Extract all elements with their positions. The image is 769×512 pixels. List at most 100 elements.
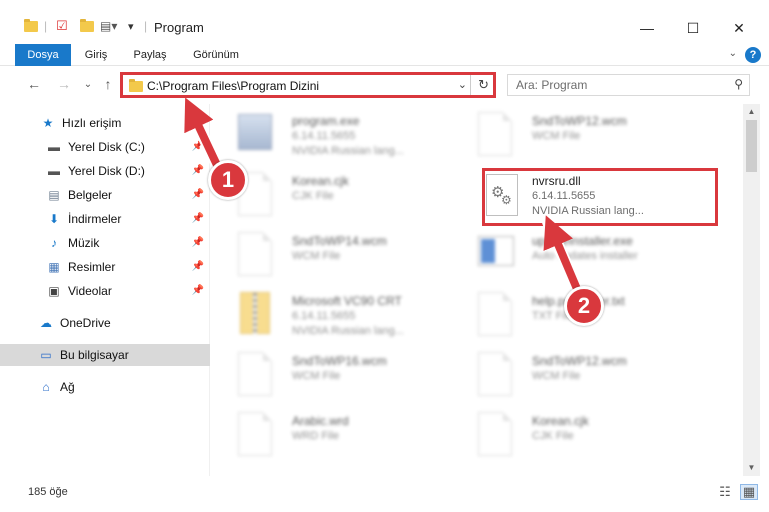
computer-icon: ▭ [40,348,52,362]
file-name: Arabic.wrd [292,414,349,428]
sidebar-item-label: İndirmeler [68,212,122,226]
sidebar-item-label: Hızlı erişim [62,116,122,130]
zip-folder-icon [240,292,270,335]
sidebar-item-videos[interactable]: ▣ Videolar 📌 [0,280,210,302]
document-file-icon [478,352,512,396]
item-count: 185 öğe [28,486,68,498]
file-item[interactable]: updateInstaller.exe Auto updates install… [450,228,690,288]
tab-home[interactable]: Giriş [76,44,116,66]
cloud-icon: ☁ [40,316,52,330]
sidebar-item-label: Müzik [68,236,100,250]
step-badge-1: 1 [208,160,248,200]
refresh-icon[interactable]: ↻ [478,77,489,93]
tab-file[interactable]: Dosya [15,44,71,66]
sidebar-item-label: OneDrive [60,316,111,330]
file-item[interactable]: SndToWP16.wcm WCM File [210,348,450,408]
scroll-down-icon[interactable]: ▼ [743,460,760,476]
file-item[interactable]: SndToWP12.wcm WCM File [450,108,690,168]
pin-icon: 📌 [191,141,204,152]
pin-icon: 📌 [191,165,204,176]
address-dropdown-icon[interactable]: ⌄ [458,78,467,91]
pin-icon: 📌 [191,213,204,224]
file-type: Auto updates installer [532,250,638,262]
pin-icon: 📌 [191,261,204,272]
quick-access-dropdown-icon[interactable]: ▾ [128,16,134,36]
file-item[interactable]: Korean.cjk CJK File [450,408,690,468]
sidebar-item-downloads[interactable]: ⬇ İndirmeler 📌 [0,208,210,230]
sidebar-item-label: Yerel Disk (D:) [68,164,145,178]
window-title: Program [154,20,204,35]
sidebar-item-label: Ağ [60,380,75,394]
vertical-scrollbar[interactable]: ▲ ▼ [743,104,760,476]
file-type: WRD File [292,430,340,442]
file-item[interactable]: SndToWP12.wcm WCM File [450,348,690,408]
file-name: SndToWP12.wcm [532,114,627,128]
address-path[interactable]: C:\Program Files\Program Dizini [147,79,319,93]
navigation-bar: ← → ⌄ ↑ C:\Program Files\Program Dizini … [0,66,769,104]
file-version: 6.14.11.5655 [292,310,356,322]
folder-icon [24,16,38,36]
minimize-button[interactable]: — [624,14,670,42]
pin-icon: 📌 [191,189,204,200]
search-input[interactable]: Ara: Program ⚲ [507,74,750,96]
properties-icon[interactable]: ☑ [56,16,68,36]
maximize-button[interactable]: ☐ [670,14,716,42]
videos-icon: ▣ [48,284,60,298]
sidebar-item-documents[interactable]: ▤ Belgeler 📌 [0,184,210,206]
search-icon[interactable]: ⚲ [734,77,743,91]
file-name: program.exe [292,114,360,128]
address-bar[interactable]: C:\Program Files\Program Dizini ⌄ ↻ [120,72,496,98]
document-file-icon [238,352,272,396]
tab-view[interactable]: Görünüm [184,44,248,66]
file-item[interactable]: SndToWP14.wcm WCM File [210,228,450,288]
file-item[interactable]: program.exe 6.14.11.5655 NVIDIA Russian … [210,108,450,168]
drive-icon: ▬ [48,140,60,154]
new-folder-icon[interactable] [80,16,94,36]
highlight-box-nvrsru-dll [482,168,718,226]
details-view-icon[interactable]: ☷ [716,484,734,500]
network-icon: ⌂ [42,380,50,394]
separator: | [144,19,148,33]
sidebar-item-label: Resimler [68,260,116,274]
sidebar-item-label: Videolar [68,284,112,298]
file-item[interactable]: Microsoft VC90 CRT 6.14.11.5655 NVIDIA R… [210,288,450,348]
scrollbar-thumb[interactable] [746,120,757,172]
title-bar: | ☑ ▤▾ ▾ | Program — ☐ ✕ [0,0,769,44]
sidebar-item-local-disk-c[interactable]: ▬ Yerel Disk (C:) 📌 [0,136,210,158]
navigation-pane: ★ Hızlı erişim ▬ Yerel Disk (C:) 📌 ▬ Yer… [0,104,210,476]
document-file-icon [478,112,512,156]
file-list: program.exe 6.14.11.5655 NVIDIA Russian … [210,104,743,476]
forward-arrow-icon[interactable]: → [54,74,74,94]
pictures-icon: ▦ [48,260,60,274]
file-type: WCM File [292,370,341,382]
separator: | [44,19,48,33]
close-button[interactable]: ✕ [716,14,762,42]
file-type: WCM File [532,130,581,142]
sidebar-item-local-disk-d[interactable]: ▬ Yerel Disk (D:) 📌 [0,160,210,182]
folder-icon [129,79,143,92]
sidebar-item-pictures[interactable]: ▦ Resimler 📌 [0,256,210,278]
large-icons-view-icon[interactable]: ▦ [740,484,758,500]
tab-share[interactable]: Paylaş [124,44,176,66]
up-arrow-icon[interactable]: ↑ [98,74,118,94]
sidebar-item-music[interactable]: ♪ Müzik 📌 [0,232,210,254]
file-name: Korean.cjk [292,174,349,188]
sidebar-item-network[interactable]: ⌂ Ağ [0,376,210,398]
recent-locations-icon[interactable]: ⌄ [78,74,98,94]
installer-file-icon [478,236,514,266]
sidebar-item-onedrive[interactable]: ☁ OneDrive [0,312,210,334]
sidebar-item-this-pc[interactable]: ▭ Bu bilgisayar [0,344,210,366]
file-item[interactable]: Arabic.wrd WRD File [210,408,450,468]
customize-quick-access-icon[interactable]: ▤▾ [100,16,117,36]
scroll-up-icon[interactable]: ▲ [743,104,760,120]
document-file-icon [478,292,512,336]
sidebar-item-quick-access[interactable]: ★ Hızlı erişim [0,112,210,134]
search-placeholder: Ara: Program [516,78,588,92]
sidebar-item-label: Yerel Disk (C:) [68,140,145,154]
help-button[interactable]: ? [745,47,761,63]
separator [470,75,471,95]
download-icon: ⬇ [48,212,60,226]
file-type: WCM File [292,250,341,262]
expand-ribbon-icon[interactable]: ⌄ [729,48,737,59]
back-arrow-icon[interactable]: ← [24,74,44,94]
